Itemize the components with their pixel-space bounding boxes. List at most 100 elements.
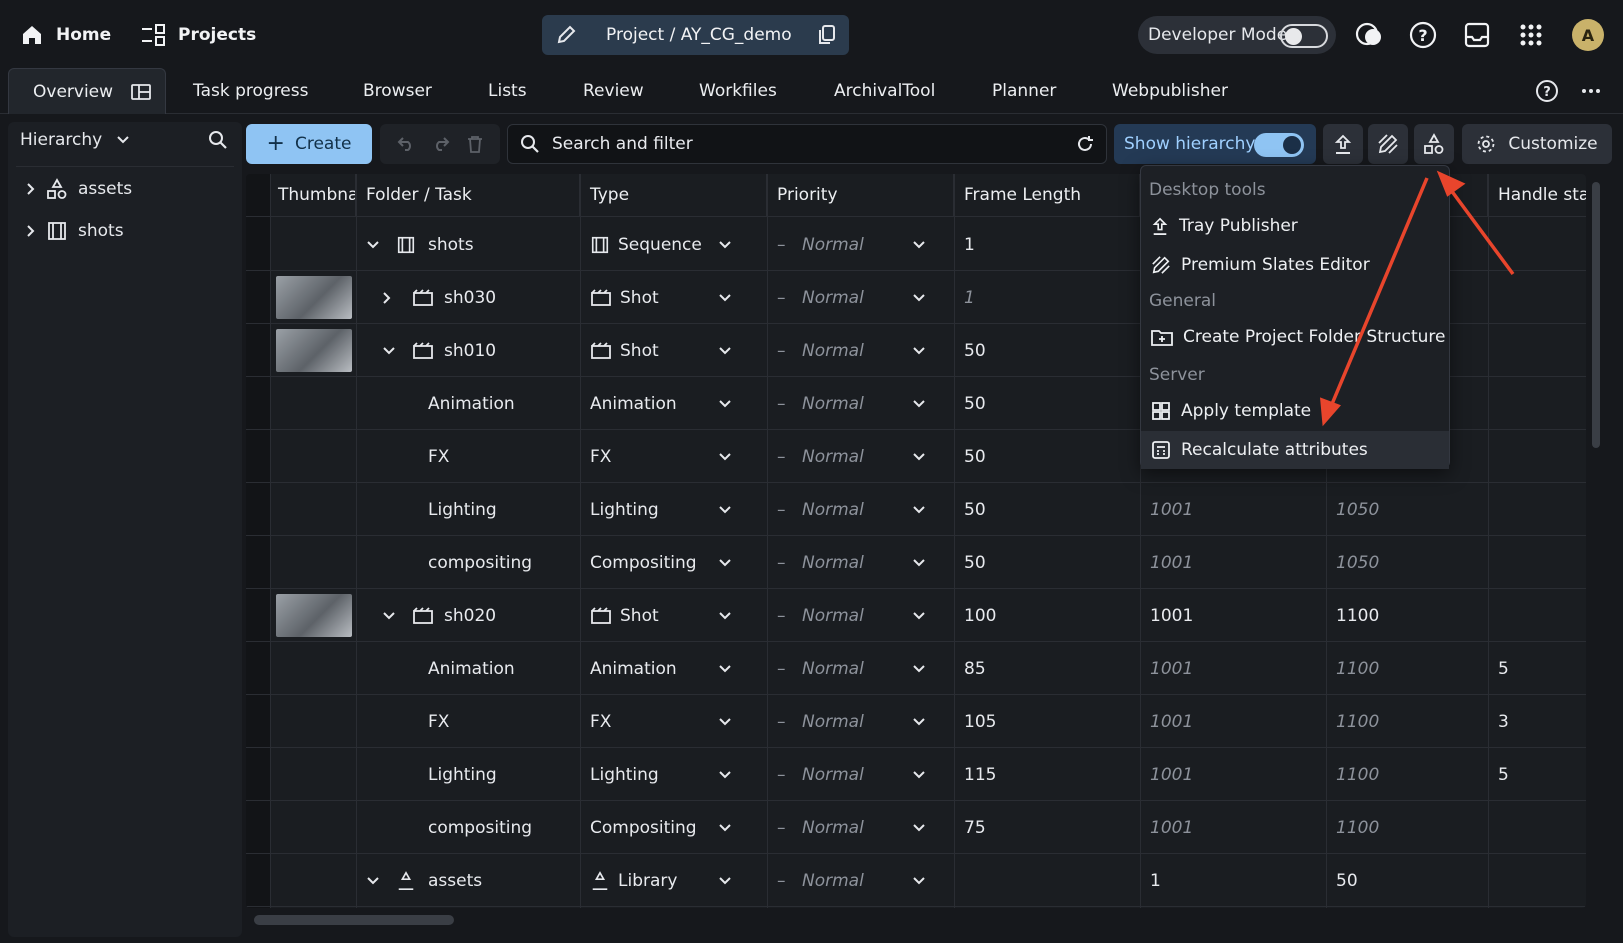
chevron-down-icon[interactable] <box>912 800 926 855</box>
tab-planner[interactable]: Planner <box>992 68 1056 114</box>
chevron-down-icon[interactable] <box>912 535 926 590</box>
priority-label[interactable]: Normal <box>802 535 864 590</box>
frame-end-value[interactable]: 1100 <box>1336 800 1379 855</box>
frame-end-value[interactable]: 1100 <box>1336 588 1379 643</box>
table-row[interactable]: sh020 Shot – Normal 100 1001 1100 <box>246 588 1586 643</box>
frame-length-value[interactable]: 1 <box>964 270 975 325</box>
priority-label[interactable]: Normal <box>802 323 864 378</box>
frame-end-value[interactable]: 1100 <box>1336 694 1379 749</box>
chevron-down-icon[interactable] <box>718 376 732 431</box>
priority-label[interactable]: Normal <box>802 588 864 643</box>
column-header-thumbnail[interactable]: Thumbnail <box>270 174 356 216</box>
frame-start-value[interactable]: 1001 <box>1150 747 1193 802</box>
type-cell[interactable]: Compositing <box>590 800 697 855</box>
chevron-down-icon[interactable] <box>912 641 926 696</box>
column-header-folder-task[interactable]: Folder / Task <box>356 174 580 216</box>
column-header-type[interactable]: Type <box>580 174 767 216</box>
priority-label[interactable]: Normal <box>802 800 864 855</box>
menu-item-premium-slates-editor[interactable]: Premium Slates Editor <box>1141 246 1449 284</box>
copy-icon[interactable] <box>817 24 837 46</box>
chevron-down-icon[interactable] <box>912 853 926 908</box>
chevron-right-icon[interactable] <box>26 224 36 238</box>
chevron-down-icon[interactable] <box>718 800 732 855</box>
frame-start-value[interactable]: 1001 <box>1150 800 1193 855</box>
tab-browser[interactable]: Browser <box>363 68 432 114</box>
show-hierarchy-toggle[interactable]: Show hierarchy <box>1114 124 1316 164</box>
chat-icon[interactable] <box>1352 18 1386 52</box>
hierarchy-selector[interactable]: Hierarchy <box>20 130 130 150</box>
folder-task-name[interactable]: FX <box>428 694 449 749</box>
chevron-down-icon[interactable] <box>912 323 926 378</box>
column-header-handle-start[interactable]: Handle start <box>1488 174 1586 216</box>
inbox-icon[interactable] <box>1460 18 1494 52</box>
type-cell[interactable]: Library <box>590 853 677 908</box>
search-icon[interactable] <box>208 130 228 150</box>
priority-label[interactable]: Normal <box>802 482 864 537</box>
handle-start-value[interactable]: 3 <box>1498 694 1509 749</box>
type-cell[interactable]: Shot <box>590 270 659 325</box>
table-row[interactable]: Lighting Lighting – Normal 50 1001 1050 <box>246 482 1586 537</box>
priority-label[interactable]: Normal <box>802 641 864 696</box>
tree-item-shots[interactable]: shots <box>26 220 124 242</box>
customize-button[interactable]: Customize <box>1462 124 1612 164</box>
refresh-icon[interactable] <box>1076 135 1094 153</box>
chevron-down-icon[interactable] <box>718 853 732 908</box>
frame-start-value[interactable]: 1 <box>1150 853 1161 908</box>
tab-review[interactable]: Review <box>583 68 644 114</box>
frame-start-value[interactable]: 1001 <box>1150 482 1193 537</box>
chevron-down-icon[interactable] <box>718 482 732 537</box>
menu-item-create-folder-structure[interactable]: Create Project Folder Structure <box>1141 318 1449 356</box>
folder-task-name[interactable]: FX <box>428 429 449 484</box>
priority-label[interactable]: Normal <box>802 429 864 484</box>
folder-task-name[interactable]: Animation <box>428 376 515 431</box>
handle-start-value[interactable]: 5 <box>1498 747 1509 802</box>
table-row[interactable]: compositing Compositing – Normal 50 1001… <box>246 535 1586 590</box>
type-cell[interactable]: Shot <box>590 588 659 643</box>
column-header-frame-length[interactable]: Frame Length <box>954 174 1140 216</box>
thumbnail-image[interactable] <box>276 594 352 637</box>
tab-workfiles[interactable]: Workfiles <box>699 68 777 114</box>
folder-task-name[interactable]: shots <box>428 217 474 272</box>
folder-task-name[interactable]: sh030 <box>444 270 496 325</box>
menu-item-tray-publisher[interactable]: Tray Publisher <box>1141 207 1449 245</box>
avatar[interactable]: A <box>1572 19 1604 51</box>
home-link[interactable]: Home <box>20 18 111 52</box>
frame-length-value[interactable]: 105 <box>964 694 996 749</box>
chevron-right-icon[interactable] <box>26 182 36 196</box>
chevron-down-icon[interactable] <box>718 217 732 272</box>
type-cell[interactable]: Animation <box>590 641 677 696</box>
frame-length-value[interactable]: 50 <box>964 482 986 537</box>
chevron-down-icon[interactable] <box>718 694 732 749</box>
type-cell[interactable]: Lighting <box>590 747 659 802</box>
chevron-down-icon[interactable] <box>718 429 732 484</box>
frame-length-value[interactable]: 115 <box>964 747 996 802</box>
type-cell[interactable]: Animation <box>590 376 677 431</box>
developer-mode-toggle[interactable]: Developer Mode <box>1138 16 1336 54</box>
frame-length-value[interactable]: 50 <box>964 376 986 431</box>
help-icon[interactable]: ? <box>1530 74 1564 108</box>
chevron-down-icon[interactable] <box>718 747 732 802</box>
thumbnail-image[interactable] <box>276 276 352 319</box>
help-icon[interactable]: ? <box>1406 18 1440 52</box>
chevron-down-icon[interactable] <box>718 323 732 378</box>
priority-label[interactable]: Normal <box>802 270 864 325</box>
table-row[interactable]: assets Library – Normal 1 50 <box>246 853 1586 908</box>
toggle-switch[interactable] <box>1254 133 1304 157</box>
table-row[interactable]: Lighting Lighting – Normal 115 1001 1100… <box>246 747 1586 802</box>
redo-icon[interactable] <box>432 136 450 152</box>
chevron-down-icon[interactable] <box>366 217 380 272</box>
more-icon[interactable] <box>1574 74 1608 108</box>
folder-task-name[interactable]: Animation <box>428 641 515 696</box>
folder-task-name[interactable]: Lighting <box>428 482 497 537</box>
chevron-down-icon[interactable] <box>912 482 926 537</box>
undo-icon[interactable] <box>397 136 415 152</box>
frame-length-value[interactable]: 1 <box>964 217 975 272</box>
frame-start-value[interactable]: 1001 <box>1150 535 1193 590</box>
chevron-down-icon[interactable] <box>718 641 732 696</box>
chevron-down-icon[interactable] <box>912 270 926 325</box>
apps-grid-icon[interactable] <box>1514 18 1548 52</box>
chevron-down-icon[interactable] <box>382 588 396 643</box>
chevron-right-icon[interactable] <box>382 270 392 325</box>
vertical-scrollbar[interactable] <box>1592 182 1600 448</box>
upload-button[interactable] <box>1323 124 1363 164</box>
